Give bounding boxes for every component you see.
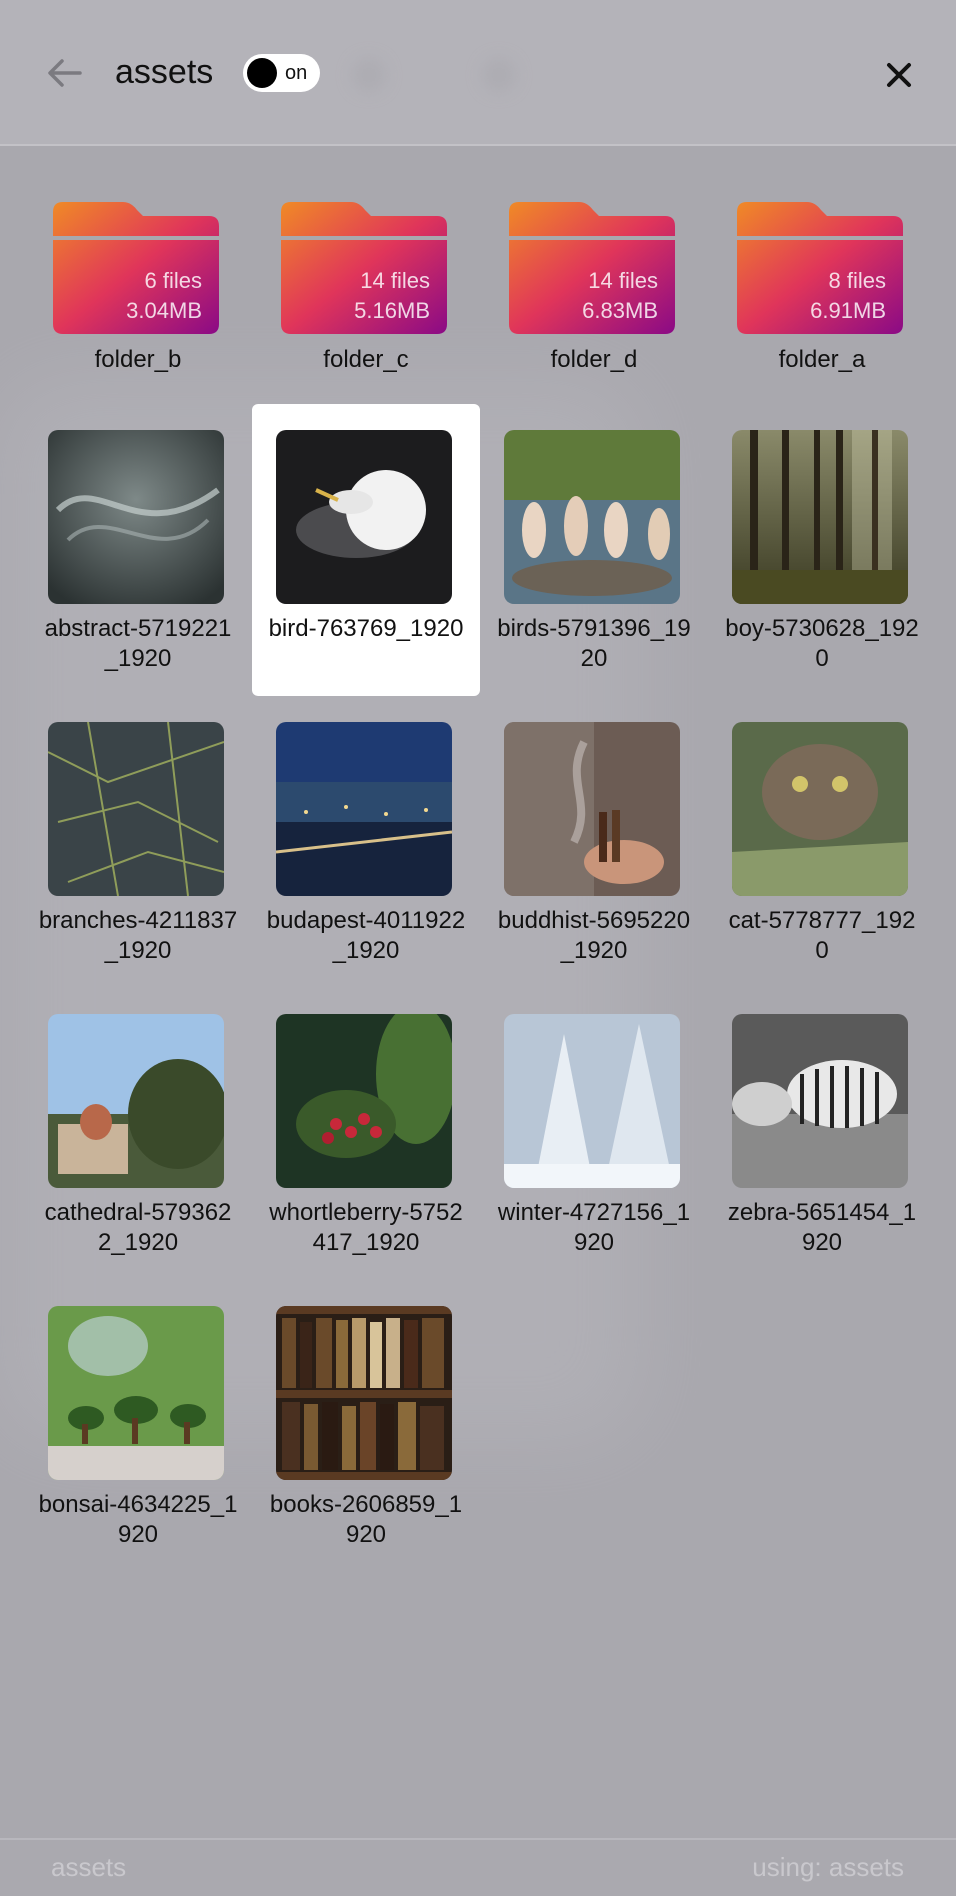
image-thumbnail — [504, 430, 680, 604]
image-item[interactable]: boy-5730628_1920 — [708, 404, 936, 696]
image-thumbnail — [48, 722, 224, 896]
folder-size: 6.91MB — [810, 298, 886, 323]
folder-item[interactable]: 14 files 6.83MB folder_d — [480, 180, 708, 380]
image-thumbnail — [504, 722, 680, 896]
image-thumbnail — [732, 1014, 908, 1188]
image-item[interactable]: cathedral-5793622_1920 — [24, 988, 252, 1280]
footer-using-label: using: assets — [752, 1852, 904, 1882]
image-name: abstract-5719221_1920 — [44, 615, 232, 672]
folder-item[interactable]: 14 files 5.16MB folder_c — [252, 180, 480, 380]
image-name: cat-5778777_1920 — [728, 907, 916, 964]
image-item[interactable]: branches-4211837_1920 — [24, 696, 252, 988]
status-bar: assets using: assets — [0, 1838, 956, 1896]
folder-size: 5.16MB — [354, 298, 430, 323]
image-item-selected[interactable]: bird-763769_1920 — [252, 404, 480, 696]
image-thumbnail — [48, 430, 224, 604]
image-item[interactable]: cat-5778777_1920 — [708, 696, 936, 988]
image-thumbnail — [276, 1306, 452, 1480]
image-thumbnail — [504, 1014, 680, 1188]
folder-file-count: 14 files — [360, 268, 430, 293]
image-item[interactable]: budapest-4011922_1920 — [252, 696, 480, 988]
toggle-label: on — [285, 62, 308, 84]
close-icon[interactable] — [876, 52, 922, 98]
image-thumbnail — [732, 430, 908, 604]
ghost-shape — [482, 58, 516, 92]
image-name: buddhist-5695220_1920 — [497, 907, 691, 964]
folder-info: 6 files 3.04MB — [126, 266, 202, 326]
folder-name: folder_b — [94, 346, 182, 373]
folder-item[interactable]: 8 files 6.91MB folder_a — [708, 180, 936, 380]
image-item[interactable]: buddhist-5695220_1920 — [480, 696, 708, 988]
image-item[interactable]: winter-4727156_1920 — [480, 988, 708, 1280]
image-name: whortleberry-5752417_1920 — [269, 1199, 463, 1256]
image-thumbnail — [48, 1014, 224, 1188]
folder-file-count: 14 files — [588, 268, 658, 293]
image-thumbnail — [48, 1306, 224, 1480]
image-item[interactable]: zebra-5651454_1920 — [708, 988, 936, 1280]
image-thumbnail — [276, 722, 452, 896]
image-name: bird-763769_1920 — [268, 615, 464, 642]
folder-file-count: 8 files — [828, 268, 886, 293]
image-item[interactable]: abstract-5719221_1920 — [24, 404, 252, 696]
image-thumbnail — [276, 430, 452, 604]
folder-info: 14 files 5.16MB — [354, 266, 430, 326]
folder-size: 6.83MB — [582, 298, 658, 323]
folder-name: folder_d — [550, 346, 638, 373]
image-item[interactable]: books-2606859_1920 — [252, 1280, 480, 1572]
folder-item[interactable]: 6 files 3.04MB folder_b — [24, 180, 252, 380]
folder-size: 3.04MB — [126, 298, 202, 323]
toggle-knob — [247, 58, 277, 88]
image-name: birds-5791396_1920 — [497, 615, 691, 672]
image-thumbnail — [276, 1014, 452, 1188]
image-item[interactable]: bonsai-4634225_1920 — [24, 1280, 252, 1572]
folder-info: 14 files 6.83MB — [582, 266, 658, 326]
folder-name: folder_a — [778, 346, 866, 373]
image-name: winter-4727156_1920 — [497, 1199, 691, 1256]
toggle-switch[interactable]: on — [243, 54, 320, 92]
back-arrow-icon[interactable] — [42, 50, 88, 96]
folder-info: 8 files 6.91MB — [810, 266, 886, 326]
ghost-shape — [352, 58, 386, 92]
image-name: boy-5730628_1920 — [725, 615, 919, 672]
image-name: bonsai-4634225_1920 — [38, 1491, 238, 1548]
image-name: branches-4211837_1920 — [38, 907, 238, 964]
image-item[interactable]: whortleberry-5752417_1920 — [252, 988, 480, 1280]
folder-file-count: 6 files — [144, 268, 202, 293]
image-name: books-2606859_1920 — [269, 1491, 463, 1548]
image-name: cathedral-5793622_1920 — [44, 1199, 232, 1256]
image-thumbnail — [732, 722, 908, 896]
image-name: budapest-4011922_1920 — [266, 907, 466, 964]
image-name: zebra-5651454_1920 — [727, 1199, 917, 1256]
footer-folder-label: assets — [51, 1852, 127, 1882]
page-title: assets — [115, 53, 214, 91]
folder-name: folder_c — [323, 346, 409, 373]
image-item[interactable]: birds-5791396_1920 — [480, 404, 708, 696]
header-bar: assets on — [0, 0, 956, 146]
